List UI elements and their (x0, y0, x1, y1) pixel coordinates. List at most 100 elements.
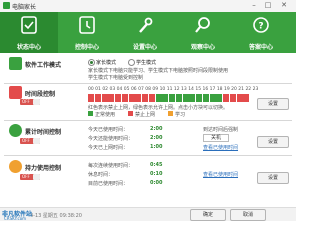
time-control-icon (9, 86, 22, 99)
hour-cell-10[interactable] (155, 94, 162, 102)
switch-off-label: OFF (22, 138, 30, 143)
continuous-title: 持力使用控制 (25, 165, 62, 172)
toolbar-status-center[interactable]: 状态中心 (0, 12, 58, 53)
hour-cell-20[interactable] (223, 94, 229, 102)
main-toolbar: 状态中心 控制中心 设置中心 观察中心 ? 答案中心 (0, 12, 296, 53)
hour-cell-13[interactable] (175, 94, 182, 102)
continuous-line2-label: 休息时间： (88, 172, 114, 178)
watermark-subtext: CRSKY.com (4, 216, 27, 221)
hour-cell-19[interactable] (216, 94, 223, 102)
settings-wrench-icon (139, 17, 153, 33)
cumulative-view-link[interactable]: 查看已使用时间 (203, 144, 238, 151)
hour-cell-0[interactable] (88, 94, 94, 102)
toolbar-status-label: 状态中心 (16, 44, 41, 51)
toolbar-settings-label: 设置中心 (132, 44, 157, 51)
answer-question-icon: ? (253, 17, 269, 33)
observe-magnifier-icon (195, 17, 210, 33)
hour-cell-3[interactable] (108, 94, 115, 102)
toolbar-observe-label: 观察中心 (190, 44, 215, 51)
hour-cell-1[interactable] (94, 94, 101, 102)
parent-mode-radio[interactable] (88, 59, 95, 66)
hour-cell-2[interactable] (101, 94, 108, 102)
svg-text:?: ? (258, 22, 263, 32)
toolbar-answer-label: 答案中心 (248, 44, 273, 51)
status-check-icon (21, 16, 37, 34)
time-control-title: 时间段控制 (25, 91, 56, 98)
divider (4, 83, 292, 84)
hour-cell-7[interactable] (135, 94, 142, 102)
continuous-settings-button[interactable]: 设置 (257, 172, 289, 184)
mode-icon (9, 57, 22, 70)
time-control-switch[interactable]: OFF (20, 99, 40, 105)
cumulative-line1-label: 今天已使用时间： (88, 127, 129, 133)
cumulative-switch[interactable]: OFF (20, 138, 40, 144)
cumulative-line1-value: 2:00 (150, 126, 163, 132)
toolbar-observe-center[interactable]: 观察中心 (174, 12, 232, 53)
hour-cell-8[interactable] (142, 94, 148, 102)
switch-knob (33, 99, 40, 105)
hour-cell-5[interactable] (121, 94, 128, 102)
continuous-line1-label: 每次连续使用时间： (88, 163, 134, 169)
continuous-line3-label: 目前已使用时间： (88, 181, 129, 187)
hour-cell-23[interactable] (243, 94, 250, 102)
continuous-switch[interactable]: OFF (20, 174, 40, 180)
cumulative-action-select[interactable]: 关机 (203, 134, 229, 142)
hour-labels: 00 01 02 03 04 05 06 07 08 09 10 11 12 1… (88, 87, 259, 92)
mode-description-1: 家长模式下电脑只能学习、学生模式下电脑按照时间段限制使用 (88, 68, 229, 74)
cumulative-settings-button[interactable]: 设置 (257, 136, 289, 148)
legend-other-label: 学习 (175, 112, 186, 118)
cumulative-line2-value: 2:00 (150, 135, 163, 141)
cancel-button[interactable]: 取消 (230, 209, 266, 221)
cumulative-line2-label: 今天还能使用时间： (88, 136, 134, 142)
parent-mode-label: 家长模式 (96, 60, 117, 66)
app-window: 电脑家长 – □ ✕ 状态中心 控制中心 设置中心 观察中心 ? 答案中心 软件… (0, 0, 296, 221)
mode-title: 软件工作模式 (25, 62, 62, 69)
title-bar: 电脑家长 – □ ✕ (0, 0, 296, 12)
legend-block-label: 禁止上网 (135, 112, 156, 118)
toolbar-answer-center[interactable]: ? 答案中心 (232, 12, 290, 53)
time-control-hint: 红色表示禁止上网，绿色表示允许上网。点击小方块可以切换。 (88, 105, 229, 111)
hour-cell-11[interactable] (162, 94, 169, 102)
toolbar-control-label: 控制中心 (74, 44, 99, 51)
legend-allow-swatch (88, 111, 93, 116)
hour-cell-17[interactable] (202, 94, 209, 102)
status-bar: 4-13 星期五 09:38:20 确定 取消 (0, 207, 296, 221)
cumulative-title: 累计时间控制 (25, 129, 62, 136)
cumulative-line3-label: 今天已上网时间： (88, 145, 129, 151)
hour-cell-12[interactable] (169, 94, 175, 102)
hour-cell-22[interactable] (236, 94, 243, 102)
switch-off-label: OFF (22, 174, 30, 179)
hour-cell-21[interactable] (229, 94, 236, 102)
mode-description-2: 学生模式下电脑受到控制 (88, 75, 144, 81)
close-button[interactable]: ✕ (278, 1, 290, 10)
hour-grid (88, 94, 250, 102)
hour-cell-4[interactable] (115, 94, 121, 102)
divider (4, 155, 292, 156)
hour-cell-18[interactable] (209, 94, 216, 102)
hour-cell-15[interactable] (189, 94, 196, 102)
student-mode-label: 学生模式 (136, 60, 157, 66)
switch-knob (33, 138, 40, 144)
continuous-icon (9, 160, 22, 173)
student-mode-radio[interactable] (128, 59, 135, 66)
legend-allow-label: 正常使用 (95, 112, 116, 118)
window-title: 电脑家长 (12, 4, 37, 11)
hour-cell-6[interactable] (128, 94, 135, 102)
continuous-view-link[interactable]: 查看已使用时间 (203, 171, 238, 178)
maximize-button[interactable]: □ (262, 1, 274, 10)
continuous-line2-value: 0:10 (150, 171, 163, 177)
minimize-button[interactable]: – (248, 1, 260, 10)
continuous-line1-value: 0:45 (150, 162, 163, 168)
legend-block-swatch (128, 111, 133, 116)
toolbar-settings-center[interactable]: 设置中心 (116, 12, 174, 53)
cumulative-line3-value: 1:00 (150, 144, 163, 150)
hour-cell-16[interactable] (196, 94, 202, 102)
toolbar-control-center[interactable]: 控制中心 (58, 12, 116, 53)
cumulative-force-label: 到达时间后强制 (203, 127, 239, 133)
time-control-settings-button[interactable]: 设置 (257, 98, 289, 110)
hour-cell-14[interactable] (182, 94, 189, 102)
control-clock-icon (79, 16, 95, 34)
legend-other-swatch (168, 111, 173, 116)
ok-button[interactable]: 确定 (190, 209, 226, 221)
hour-cell-9[interactable] (148, 94, 155, 102)
